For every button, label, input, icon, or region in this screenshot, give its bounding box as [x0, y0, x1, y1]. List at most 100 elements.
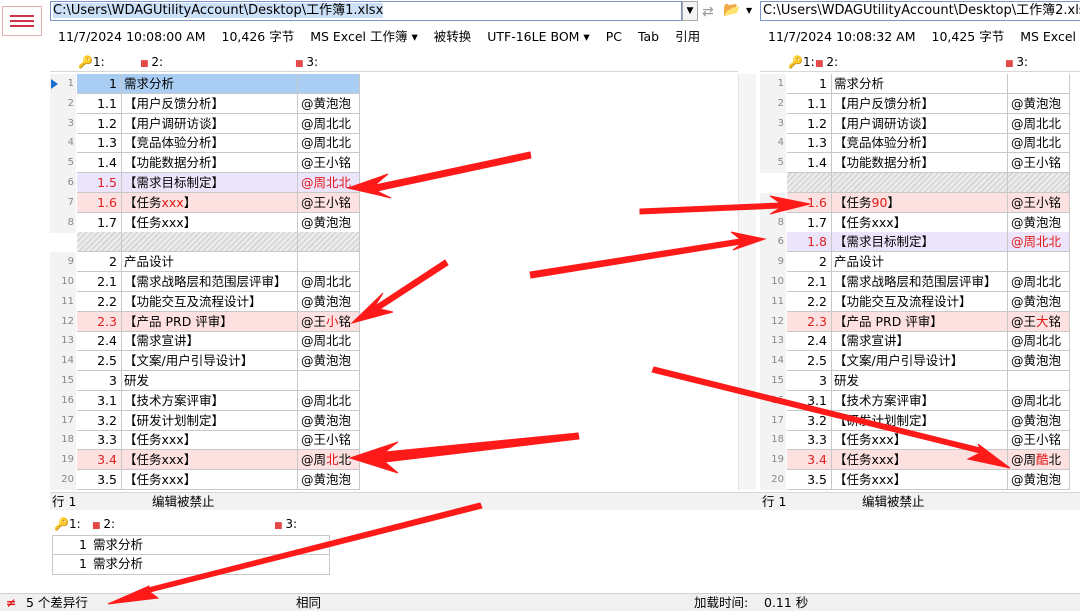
col-marker-icon: ■ — [140, 59, 152, 69]
table-row[interactable]: 14 2.5 【文案/用户引导设计】 @黄泡泡 — [760, 351, 1070, 372]
app-menu-icon[interactable] — [2, 6, 42, 36]
left-col2-header[interactable]: ■ 2: — [140, 52, 163, 74]
cell-owner: @黄泡泡 — [298, 212, 360, 233]
table-row[interactable]: 17 3.2 【研发计划制定】 @黄泡泡 — [50, 410, 360, 431]
left-info-quote[interactable]: 引用 — [675, 29, 700, 44]
cell-task: 【任务xxx】 — [832, 450, 1008, 471]
left-file-path-input[interactable]: C:\Users\WDAGUtilityAccount\Desktop\工作簿1… — [50, 1, 682, 21]
cell-owner-diff: 大 — [1036, 313, 1049, 329]
table-row[interactable]: 3 1.2 【用户调研访谈】 @周北北 — [760, 113, 1070, 134]
table-row[interactable]: 5 1.4 【功能数据分析】 @王小铭 — [760, 153, 1070, 174]
cell-number: 3.4 — [787, 450, 832, 471]
table-row[interactable]: 6 1.5 【需求目标制定】 @周北北 — [50, 173, 360, 193]
left-info-encoding[interactable]: UTF-16LE BOM ▾ — [487, 29, 589, 44]
cell-task-text: 产品设计 — [124, 254, 175, 270]
right-col1-header[interactable]: 🔑1: — [788, 52, 815, 72]
line-number: 8 — [760, 212, 786, 233]
line-number: 19 — [50, 450, 76, 471]
left-grid[interactable]: 1 1 需求分析 2 1.1 【用户反馈分析】 @黄泡泡 3 1.2 【用户调研访谈】 @周北北 4 1… — [50, 74, 738, 490]
table-row[interactable]: 6 1.8 【需求目标制定】 @周北北 — [760, 232, 1070, 253]
cell-owner: @黄泡泡 — [1008, 212, 1070, 233]
table-row[interactable]: 2 1.1 【用户反馈分析】 @黄泡泡 — [760, 93, 1070, 114]
table-row[interactable]: 4 1.3 【竞品体验分析】 @周北北 — [50, 133, 360, 154]
table-row[interactable]: 10 2.1 【需求战略层和范围层评审】 @周北北 — [50, 272, 360, 292]
cell-task-text: 【用户反馈分析】 — [124, 95, 225, 111]
table-row[interactable]: 11 2.2 【功能交互及流程设计】 @黄泡泡 — [760, 291, 1070, 312]
cell-number: 3.2 — [787, 410, 832, 431]
cell-owner-text: @周北北 — [1011, 274, 1062, 289]
right-column-header: 🔑1: ■ 2: ■ 3: — [760, 52, 1080, 72]
table-row[interactable]: 2 1.1 【用户反馈分析】 @黄泡泡 — [50, 93, 360, 114]
table-row[interactable]: 4 1.3 【竞品体验分析】 @周北北 — [760, 133, 1070, 154]
right-file-path-input[interactable]: C:\Users\WDAGUtilityAccount\Desktop\工作簿2… — [760, 1, 1080, 21]
table-row[interactable]: 7 1.6 【任务xxx】 @王小铭 — [50, 192, 360, 213]
cell-owner: @王小铭 — [298, 153, 360, 174]
table-row[interactable]: 20 3.5 【任务xxx】 @黄泡泡 — [760, 470, 1070, 490]
cell-owner-text: @黄泡泡 — [301, 293, 352, 309]
table-row[interactable]: 19 3.4 【任务xxx】 @周北北 — [50, 450, 360, 471]
folder-open-icon[interactable]: 📂 — [723, 2, 740, 18]
table-row[interactable]: 1 1 需求分析 — [760, 74, 1070, 94]
table-row[interactable]: 12 2.3 【产品 PRD 评审】 @王大铭 — [760, 311, 1070, 332]
table-row[interactable]: 5 1.4 【功能数据分析】 @王小铭 — [50, 153, 360, 174]
table-row[interactable]: 13 2.4 【需求宣讲】 @周北北 — [50, 331, 360, 352]
line-number: 6 — [50, 173, 76, 193]
cell-number: 2.3 — [787, 311, 832, 332]
table-row[interactable]: 9 2 产品设计 — [760, 252, 1070, 273]
table-row[interactable]: 1 1 需求分析 — [50, 74, 360, 94]
cell-task: 【任务xxx】 — [122, 470, 298, 490]
left-col3-header[interactable]: ■ 3: — [295, 52, 318, 74]
table-row[interactable]: 18 3.3 【任务xxx】 @王小铭 — [50, 430, 360, 451]
table-row[interactable]: 20 3.5 【任务xxx】 @黄泡泡 — [50, 470, 360, 490]
cell-owner-text: @周北北 — [1011, 392, 1062, 408]
diff-count: 5 个差异行 — [26, 595, 88, 610]
cell-owner: @周北北 — [298, 272, 360, 292]
table-row[interactable]: 16 3.1 【技术方案评审】 @周北北 — [760, 390, 1070, 411]
table-row[interactable] — [50, 232, 360, 253]
swap-icon[interactable]: ⇄ — [702, 4, 714, 20]
table-row[interactable]: 16 3.1 【技术方案评审】 @周北北 — [50, 390, 360, 411]
table-row[interactable]: 10 2.1 【需求战略层和范围层评审】 @周北北 — [760, 272, 1070, 292]
table-row[interactable]: 8 1.7 【任务xxx】 @黄泡泡 — [760, 212, 1070, 233]
cell-task — [122, 232, 298, 253]
table-row[interactable]: 9 2 产品设计 — [50, 252, 360, 273]
right-grid[interactable]: 1 1 需求分析 2 1.1 【用户反馈分析】 @黄泡泡 3 1.2 【用户调研访谈】 @周北北 4 1… — [760, 74, 1080, 490]
cell-task-text: 【用户调研访谈】 — [834, 115, 935, 131]
left-path-dropdown-icon[interactable]: ▼ — [682, 1, 698, 21]
left-info-format[interactable]: MS Excel 工作簿 ▾ — [310, 29, 418, 44]
table-row[interactable]: 8 1.7 【任务xxx】 @黄泡泡 — [50, 212, 360, 233]
table-row[interactable]: 19 3.4 【任务xxx】 @周酷北 — [760, 450, 1070, 471]
line-number: 10 — [760, 272, 786, 292]
left-info-linebreak[interactable]: PC — [606, 29, 622, 44]
cell-number: 1.4 — [787, 153, 832, 174]
cell-task-text: 研发 — [124, 373, 150, 388]
cell-owner-text: @周北北 — [1011, 234, 1062, 250]
table-row[interactable]: 13 2.4 【需求宣讲】 @周北北 — [760, 331, 1070, 352]
table-row[interactable]: 18 3.3 【任务xxx】 @王小铭 — [760, 430, 1070, 451]
table-row[interactable] — [760, 173, 1070, 193]
right-col2-header[interactable]: ■ 2: — [815, 52, 838, 74]
table-row[interactable]: 12 2.3 【产品 PRD 评审】 @王小铭 — [50, 311, 360, 332]
right-info-format[interactable]: MS Excel — [1020, 29, 1076, 44]
cell-number: 2.4 — [787, 331, 832, 352]
table-row[interactable]: 14 2.5 【文案/用户引导设计】 @黄泡泡 — [50, 351, 360, 372]
cell-owner — [298, 232, 360, 253]
left-col1-header[interactable]: 🔑1: — [78, 52, 105, 72]
left-vertical-scrollbar[interactable] — [738, 74, 756, 490]
cell-task: 【技术方案评审】 — [832, 390, 1008, 411]
right-col3-header[interactable]: ■ 3: — [1005, 52, 1028, 74]
table-row[interactable]: 11 2.2 【功能交互及流程设计】 @黄泡泡 — [50, 291, 360, 312]
folder-dropdown-icon[interactable]: ▼ — [746, 6, 752, 15]
left-info-tab[interactable]: Tab — [638, 29, 659, 44]
table-row[interactable]: 15 3 研发 — [50, 371, 360, 391]
cell-owner: @王小铭 — [298, 311, 360, 332]
table-row[interactable]: 17 3.2 【研发计划制定】 @黄泡泡 — [760, 410, 1070, 431]
table-row[interactable]: 15 3 研发 — [760, 371, 1070, 391]
table-row[interactable]: 7 1.6 【任务90】 @王小铭 — [760, 192, 1070, 213]
cell-task: 【需求战略层和范围层评审】 — [122, 272, 298, 292]
line-number: 19 — [760, 450, 786, 471]
cell-owner — [1008, 74, 1070, 94]
cell-task-text: 【任务xxx】 — [124, 472, 197, 487]
cell-owner-text: @黄泡泡 — [1011, 95, 1062, 111]
table-row[interactable]: 3 1.2 【用户调研访谈】 @周北北 — [50, 113, 360, 134]
